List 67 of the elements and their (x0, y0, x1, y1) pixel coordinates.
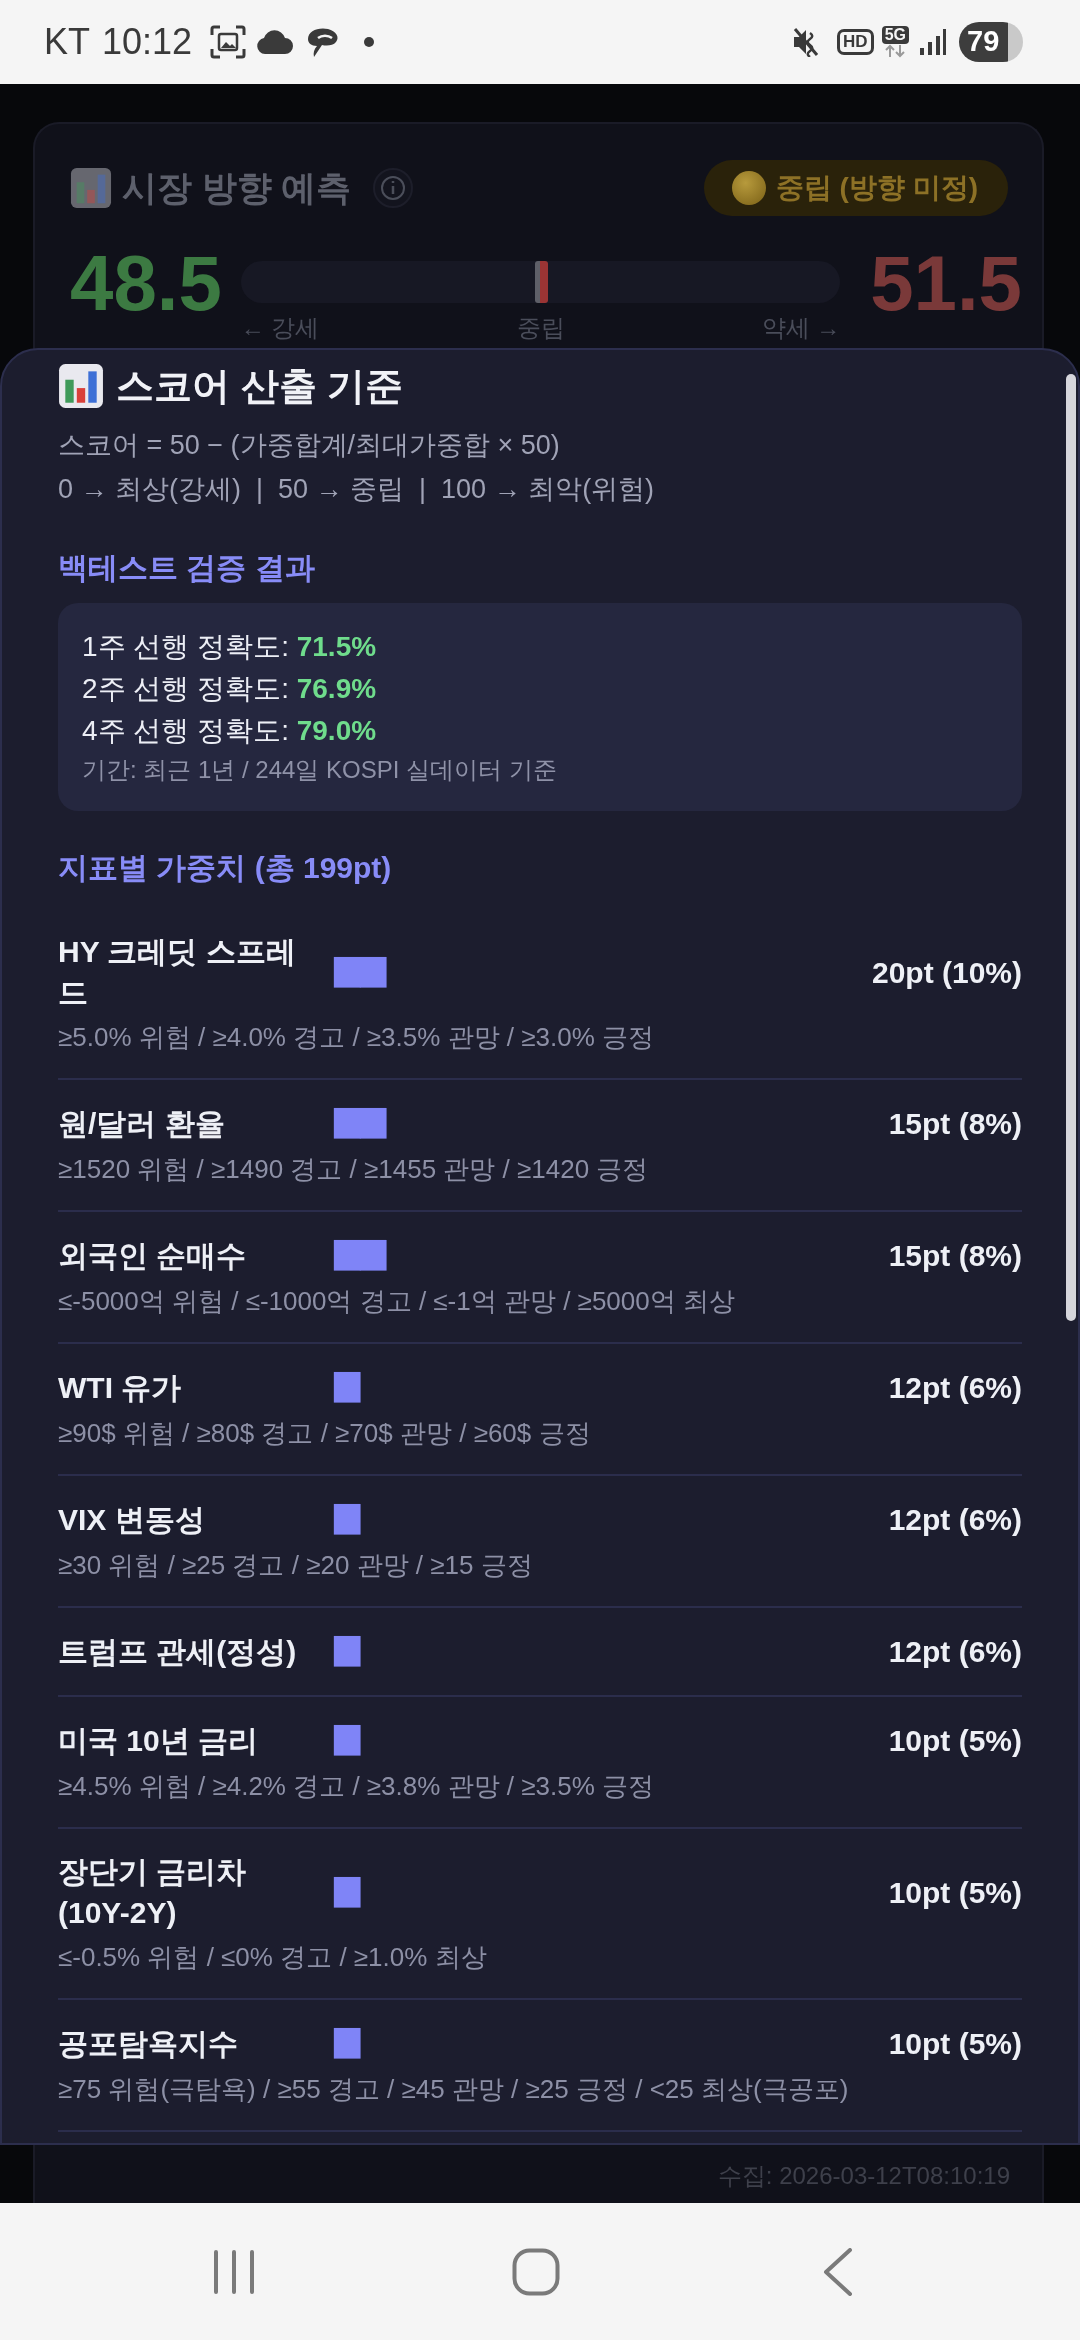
recent-apps-icon (213, 2249, 255, 2294)
carrier-name: KT (44, 20, 90, 64)
signal-icon (919, 28, 947, 56)
scale-text: 0 → 최상(강세) | 50 → 중립 | 100 → 최악(위험) (58, 473, 656, 506)
weight-blocks-label: █ (334, 1506, 360, 1533)
weight-value: 12pt (6%) (888, 1502, 1022, 1538)
indicator-name: 미국 10년 금리 (58, 1723, 260, 1759)
weight-blocks-label: █ (334, 1727, 360, 1754)
weight-value: 20pt (10%) (871, 954, 1022, 991)
indicator-name: HY 크레딧 스프레드 (58, 934, 297, 1011)
network-type-label: 5G (881, 26, 909, 44)
hd-voice-indicator: HD (837, 29, 874, 55)
indicator-name: 장단기 금리차 (10Y-2Y) (58, 1854, 248, 1931)
gauge-label: 중립 (516, 313, 565, 343)
accuracy-line: 2주 선행 정확도: 76.9% (82, 672, 378, 706)
back-icon (823, 2247, 853, 2296)
weight-value: 10pt (5%) (888, 1874, 1022, 1911)
gauge-label: ← 강세 (240, 313, 320, 343)
home-icon (512, 2247, 560, 2296)
mute-icon (793, 27, 820, 57)
indicator-name: 원/달러 환율 (58, 1106, 226, 1142)
info-icon (373, 168, 414, 208)
screenshot-icon (210, 25, 247, 59)
threshold-text: ≤-0.5% 위험 / ≤0% 경고 / ≥1.0% 최상 (58, 1941, 488, 1974)
bar-chart-icon (58, 363, 104, 409)
cloud-icon (256, 29, 295, 55)
threshold-text: ≥30 위험 / ≥25 경고 / ≥20 관망 / ≥15 긍정 (58, 1549, 534, 1582)
accuracy-line: 4주 선행 정확도: 79.0% (82, 714, 378, 748)
weight-value: 10pt (5%) (888, 2026, 1022, 2062)
threshold-text: ≥1520 위험 / ≥1490 경고 / ≥1455 관망 / ≥1420 긍정 (58, 1153, 650, 1186)
accuracy-line: 1주 선행 정확도: 71.5% (82, 630, 378, 664)
threshold-text: ≥5.0% 위험 / ≥4.0% 경고 / ≥3.5% 관망 / ≥3.0% 긍정 (58, 1021, 656, 1054)
period-note: 기간: 최근 1년 / 244일 KOSPI 실데이터 기준 (82, 755, 558, 785)
weight-value: 12pt (6%) (888, 1634, 1022, 1670)
weight-blocks-label: █ (334, 2030, 360, 2057)
indicator-name: VIX 변동성 (58, 1502, 206, 1538)
clock-time: 10:12 (102, 20, 193, 64)
threshold-text: ≥75 위험(극탐욕) / ≥55 경고 / ≥45 관망 / ≥25 긍정 / <25 최상(극공포) (58, 2073, 850, 2106)
threshold-text: ≥4.5% 위험 / ≥4.2% 경고 / ≥3.8% 관망 / ≥3.5% 긍정 (58, 1770, 656, 1803)
battery-indicator: 79 (959, 22, 1023, 62)
weight-value: 15pt (8%) (888, 1238, 1022, 1274)
strength-score: 48.5 (70, 243, 222, 323)
weight-blocks-label: ██ (334, 1110, 386, 1137)
weakness-score: 51.5 (870, 243, 1022, 323)
weight-blocks-label: █ (334, 1638, 360, 1665)
weight-value: 15pt (8%) (888, 1106, 1022, 1142)
threshold-text: ≥90$ 위험 / ≥80$ 경고 / ≥70$ 관망 / ≥60$ 긍정 (58, 1417, 592, 1450)
data-arrows-icon (884, 44, 907, 58)
card-title: 시장 방향 예측 (122, 167, 352, 209)
formula-text: 스코어 = 50 − (가중합계/최대가중합 × 50) (58, 429, 561, 462)
indicator-name: WTI 유가 (58, 1370, 183, 1406)
weights-heading: 지표별 가중치 (총 199pt) (58, 850, 393, 886)
bar-chart-icon (70, 167, 112, 209)
sheet-title: 스코어 산출 기준 (116, 364, 404, 409)
indicator-name: 공포탐욕지수 (58, 2026, 239, 2062)
threshold-text: ≤-5000억 위험 / ≤-1000억 경고 / ≤-1억 관망 / ≥5000억 최상 (58, 1285, 736, 1318)
weight-blocks-label: ██ (334, 1242, 386, 1269)
gauge-label: 약세 → (761, 313, 841, 343)
backtest-heading: 백테스트 검증 결과 (58, 550, 316, 586)
scrollbar-thumb[interactable] (1066, 374, 1076, 1321)
indicator-name: 트럼프 관세(정성) (58, 1634, 298, 1670)
status-badge-label: 중립 (방향 미정) (775, 171, 978, 205)
weight-value: 12pt (6%) (888, 1370, 1022, 1406)
indicator-name: 외국인 순매수 (58, 1238, 248, 1274)
dot-icon (364, 37, 375, 47)
weight-blocks-label: █ (334, 1374, 360, 1401)
weight-value: 10pt (5%) (888, 1723, 1022, 1759)
